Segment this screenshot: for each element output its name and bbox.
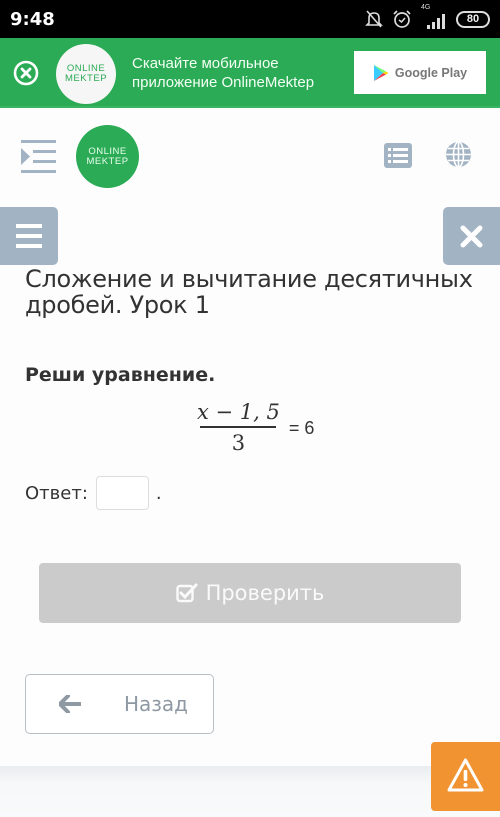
warning-icon: [447, 758, 484, 792]
back-button-label: Назад: [124, 692, 189, 716]
google-play-button[interactable]: Google Play: [354, 51, 486, 94]
check-button[interactable]: Проверить: [39, 563, 461, 623]
fraction-denominator: 3: [231, 430, 246, 455]
hamburger-icon: [16, 224, 42, 248]
close-icon: [460, 225, 483, 248]
report-problem-button[interactable]: [431, 742, 500, 811]
back-button[interactable]: Назад: [25, 674, 214, 734]
signal-icon: 4G: [421, 4, 447, 29]
list-icon[interactable]: [384, 143, 412, 168]
site-header: ONLINE MEKTEP: [0, 110, 500, 205]
battery-icon: 80: [456, 10, 490, 28]
promo-text: Скачайте мобильное приложение OnlineMekt…: [132, 54, 314, 92]
google-play-label: Google Play: [394, 65, 468, 80]
answer-row: Ответ: .: [25, 476, 162, 510]
task-title: Реши уравнение.: [25, 364, 216, 386]
logo-text-line1: ONLINE: [88, 145, 127, 157]
fraction-numerator: x − 1, 5: [197, 400, 280, 424]
network-type: 4G: [421, 4, 431, 11]
equation-rhs: = 6: [288, 417, 315, 438]
checkbox-check-icon: [175, 583, 198, 603]
menu-button[interactable]: [0, 207, 58, 265]
google-play-icon: [373, 64, 389, 81]
promo-text-line1: Скачайте мобильное: [132, 55, 279, 72]
app-promo-banner: ONLINE MEKTEP Скачайте мобильное приложе…: [0, 38, 500, 108]
arrow-left-icon: [59, 695, 81, 713]
site-logo[interactable]: ONLINE MEKTEP: [76, 125, 139, 188]
sidebar-toggle-icon[interactable]: [21, 140, 56, 173]
fraction: x − 1, 5 3: [195, 400, 282, 455]
promo-text-line2: приложение OnlineMektep: [132, 74, 315, 91]
lesson-title: Сложение и вычитание десятичных дробей. …: [25, 265, 473, 319]
logo-text-line2: MEKTEP: [64, 73, 108, 84]
footer-area: [0, 766, 500, 817]
status-icons: 4G 80: [365, 4, 490, 30]
status-bar: 9:48 4G 80: [0, 0, 500, 38]
alarm-icon: [393, 10, 411, 28]
status-time: 9:48: [10, 9, 55, 30]
answer-label: Ответ:: [25, 482, 88, 504]
bell-muted-icon: [365, 10, 383, 28]
check-button-label: Проверить: [205, 581, 325, 605]
close-button[interactable]: [443, 207, 500, 265]
logo-text-line2: MEKTEP: [86, 155, 129, 167]
close-banner-icon[interactable]: [13, 60, 39, 86]
equation: x − 1, 5 3 = 6: [195, 400, 314, 455]
globe-icon[interactable]: [445, 141, 472, 168]
answer-suffix: .: [155, 482, 162, 504]
answer-input[interactable]: [95, 476, 149, 510]
promo-logo: ONLINE MEKTEP: [56, 44, 116, 104]
